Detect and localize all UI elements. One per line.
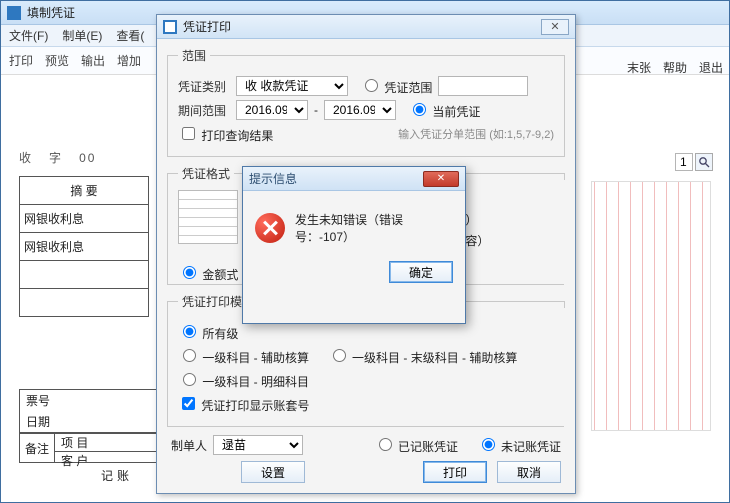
error-modal: 提示信息 ✕ 发生未知错误（错误号：-107） 确定	[242, 166, 466, 324]
post-label: 记账	[101, 467, 133, 484]
cancel-button[interactable]: 取消	[497, 461, 561, 483]
range-radio[interactable]: 凭证范围	[360, 76, 432, 96]
show-set-check[interactable]: 凭证打印显示账套号	[178, 394, 309, 414]
menu-file[interactable]: 文件(F)	[9, 27, 48, 44]
tool-preview[interactable]: 预览	[45, 52, 69, 69]
template-legend: 凭证打印模	[178, 293, 246, 310]
print-button[interactable]: 打印	[423, 461, 487, 483]
maker-label: 制单人	[171, 437, 207, 454]
tmpl-opt-d[interactable]: 一级科目 - 明细科目	[178, 370, 309, 390]
app-icon	[7, 6, 21, 20]
table-row[interactable]: 网银收利息	[20, 205, 149, 233]
remark-project: 项 目	[55, 434, 158, 452]
dash: -	[314, 103, 318, 117]
table-row[interactable]	[20, 289, 149, 317]
tool-last[interactable]: 末张	[627, 59, 651, 76]
error-modal-title: 提示信息	[249, 170, 297, 187]
voucher-type-select[interactable]: 收 收款凭证	[236, 76, 348, 96]
close-icon[interactable]: ✕	[423, 171, 459, 187]
tool-print[interactable]: 打印	[9, 52, 33, 69]
remark-box: 备注 项 目 客 户	[19, 433, 159, 463]
search-icon[interactable]	[695, 153, 713, 171]
period-to-select[interactable]: 2016.09	[324, 100, 396, 120]
amount-stripes	[591, 181, 711, 431]
format-legend: 凭证格式	[178, 165, 234, 182]
scope-group: 范围 凭证类别 收 收款凭证 凭证范围 期间范围 2016.09 - 2016.…	[167, 47, 565, 157]
tool-output[interactable]: 输出	[81, 52, 105, 69]
date-label: 日期	[20, 411, 158, 432]
tool-help[interactable]: 帮助	[663, 59, 687, 76]
tmpl-opt-c[interactable]: 一级科目 - 末级科目 - 辅助核算	[328, 346, 518, 366]
head-zi: 字	[49, 151, 63, 165]
ok-button[interactable]: 确定	[389, 261, 453, 283]
summary-header: 摘 要	[20, 177, 149, 205]
dialog-icon	[163, 20, 177, 34]
voucher-area: 收 字 00 摘 要 网银收利息 网银收利息	[19, 149, 159, 317]
period-from-select[interactable]: 2016.09	[236, 100, 308, 120]
ticket-date-box: 票号 日期	[19, 389, 159, 433]
summary-grid: 摘 要 网银收利息 网银收利息	[19, 176, 149, 317]
print-dialog-title: 凭证打印	[183, 18, 231, 35]
type-label: 凭证类别	[178, 78, 230, 95]
tmpl-opt-b[interactable]: 一级科目 - 辅助核算	[178, 346, 309, 366]
posted-yes-radio[interactable]: 已记账凭证	[374, 435, 458, 455]
head-no: 00	[79, 151, 96, 165]
mini-search	[675, 153, 713, 171]
error-modal-titlebar[interactable]: 提示信息 ✕	[243, 167, 465, 191]
maker-select[interactable]: 逯苗	[213, 435, 303, 455]
table-row[interactable]: 网银收利息	[20, 233, 149, 261]
print-dialog-titlebar[interactable]: 凭证打印 ✕	[157, 15, 575, 39]
scope-legend: 范围	[178, 47, 210, 64]
period-label: 期间范围	[178, 102, 230, 119]
print-query-check[interactable]: 打印查询结果	[178, 124, 273, 144]
error-message: 发生未知错误（错误号：-107）	[295, 211, 453, 245]
format-preview-icon	[178, 190, 238, 244]
mini-search-input[interactable]	[675, 153, 693, 171]
tmpl-opt-all[interactable]: 所有级	[178, 322, 238, 342]
menu-make[interactable]: 制单(E)	[62, 27, 102, 44]
error-icon	[255, 213, 285, 243]
current-radio[interactable]: 当前凭证	[408, 100, 480, 120]
range-hint: 输入凭证分单范围 (如:1,5,7-9,2)	[398, 126, 554, 142]
table-row[interactable]	[20, 261, 149, 289]
main-title: 填制凭证	[27, 4, 75, 21]
remark-label: 备注	[20, 434, 55, 462]
close-icon[interactable]: ✕	[541, 19, 569, 35]
posted-no-radio[interactable]: 未记账凭证	[477, 435, 561, 455]
amount-radio[interactable]: 金额式	[178, 263, 238, 283]
ticket-label: 票号	[20, 390, 158, 411]
right-toolbar: 末张 帮助 退出	[627, 59, 723, 76]
tool-exit[interactable]: 退出	[699, 59, 723, 76]
head-shou: 收	[19, 151, 33, 165]
tool-add[interactable]: 增加	[117, 52, 141, 69]
range-input[interactable]	[438, 76, 528, 96]
menu-view[interactable]: 查看(	[116, 27, 144, 44]
settings-button[interactable]: 设置	[241, 461, 305, 483]
